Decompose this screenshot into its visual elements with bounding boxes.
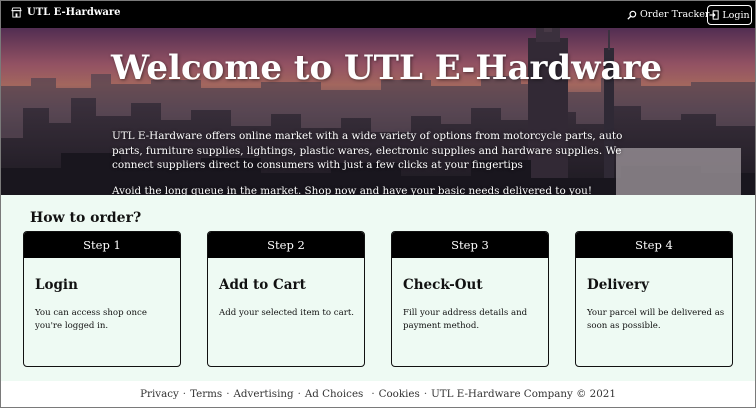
brand-name: UTL E-Hardware	[27, 7, 121, 18]
step-header: Step 3	[392, 232, 548, 258]
step-title: Delivery	[587, 277, 649, 293]
footer-link-terms[interactable]: Terms	[190, 388, 222, 400]
footer-separator: ·	[182, 388, 187, 400]
footer-separator: ·	[371, 388, 375, 400]
login-button[interactable]: Login	[707, 5, 752, 25]
storefront-icon	[11, 7, 22, 18]
step-description: Your parcel will be delivered as soon as…	[587, 308, 725, 331]
step-description: Add your selected item to cart.	[219, 308, 355, 318]
step-title: Add to Cart	[219, 277, 306, 293]
footer: Privacy · Terms · Advertising · Ad Choic…	[1, 381, 755, 407]
footer-link-cookies[interactable]: Cookies	[379, 388, 420, 400]
step-card-check-out: Step 3 Check-Out Fill your address detai…	[391, 231, 549, 367]
footer-link-advertising[interactable]: Advertising	[234, 388, 294, 400]
step-description: Fill your address details and payment me…	[403, 308, 528, 331]
step-card-login: Step 1 Login You can access shop once yo…	[23, 231, 181, 367]
footer-link-privacy[interactable]: Privacy	[140, 388, 179, 400]
step-description: You can access shop once you're logged i…	[35, 308, 147, 331]
login-icon	[709, 10, 720, 20]
step-title: Check-Out	[403, 277, 483, 293]
footer-separator: ·	[226, 388, 230, 400]
order-tracker-link[interactable]: Order Tracker	[627, 9, 709, 20]
how-to-order-section: How to order? Step 1 Login You can acces…	[1, 195, 755, 381]
hero-title: Welcome to UTL E-Hardware	[111, 48, 663, 88]
step-card-delivery: Step 4 Delivery Your parcel will be deli…	[575, 231, 733, 367]
footer-separator: ·	[423, 388, 428, 400]
footer-separator: ·	[297, 388, 301, 400]
search-icon	[627, 10, 637, 20]
brand-link[interactable]: UTL E-Hardware	[11, 7, 121, 18]
step-card-add-to-cart: Step 2 Add to Cart Add your selected ite…	[207, 231, 365, 367]
login-label: Login	[722, 9, 750, 21]
footer-link-ad-choices[interactable]: Ad Choices	[305, 388, 363, 400]
step-header: Step 4	[576, 232, 732, 258]
order-tracker-label: Order Tracker	[640, 9, 710, 20]
hero-description: UTL E-Hardware offers online market with…	[112, 130, 623, 171]
step-header: Step 2	[208, 232, 364, 258]
hero-banner: Welcome to UTL E-Hardware UTL E-Hardware…	[1, 28, 755, 195]
step-header: Step 1	[24, 232, 180, 258]
section-title: How to order?	[30, 210, 142, 226]
footer-copyright: UTL E-Hardware Company © 2021	[431, 388, 616, 400]
step-title: Login	[35, 277, 78, 293]
hero-call-to-action: Avoid the long queue in the market. Shop…	[112, 185, 593, 195]
top-navbar: UTL E-Hardware Order Tracker Login	[1, 1, 755, 28]
